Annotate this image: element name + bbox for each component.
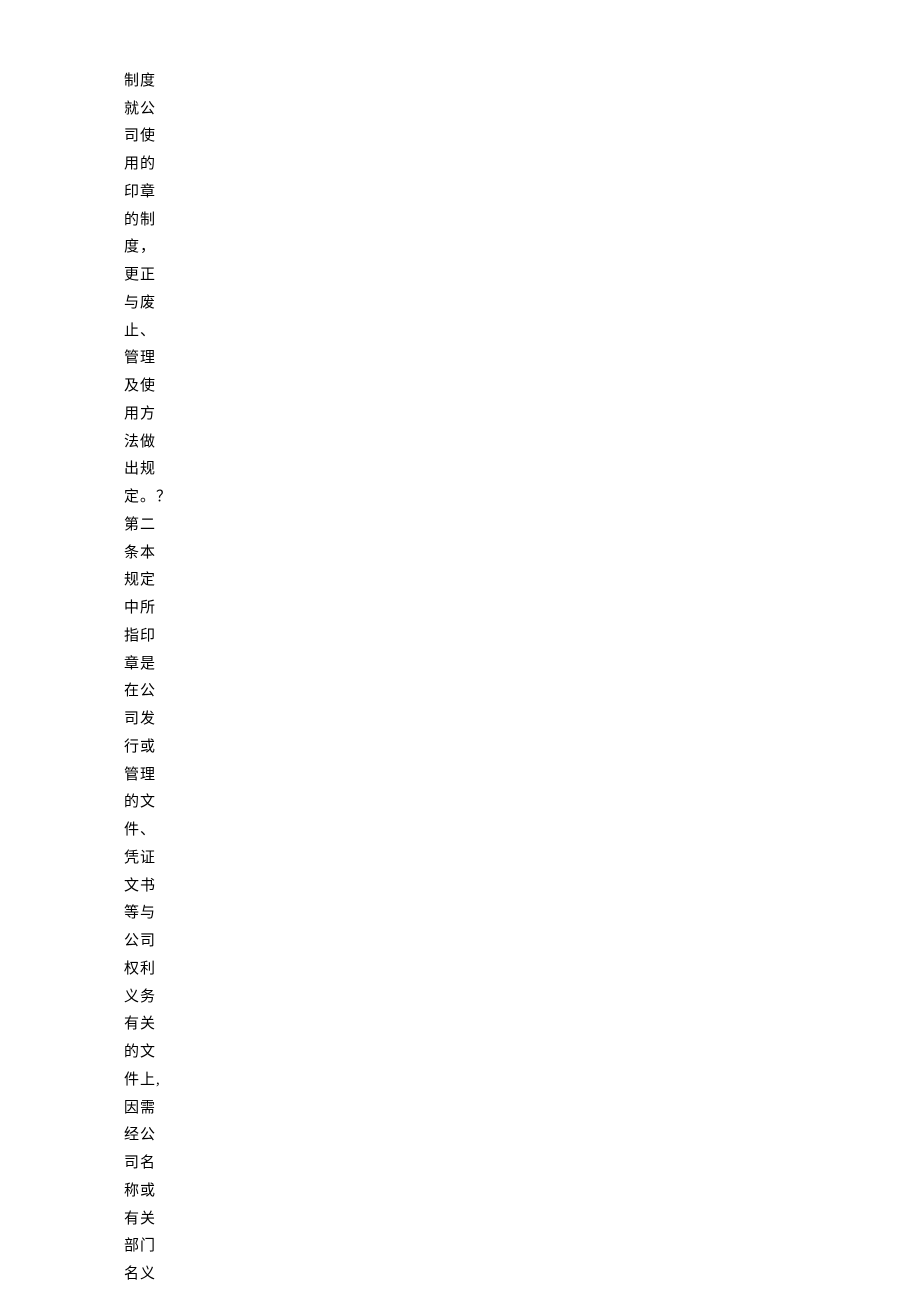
text-line: 及使 xyxy=(124,373,172,401)
text-line: 规定 xyxy=(124,567,172,595)
text-line: 管理 xyxy=(124,762,172,790)
text-line: 称或 xyxy=(124,1178,172,1206)
text-line: 权利 xyxy=(124,956,172,984)
text-line: 出规 xyxy=(124,456,172,484)
text-line: 与废 xyxy=(124,290,172,318)
text-line: 件、 xyxy=(124,817,172,845)
text-line: 止、 xyxy=(124,318,172,346)
text-line: 第二 xyxy=(124,512,172,540)
text-line: 因需 xyxy=(124,1095,172,1123)
text-line: 就公 xyxy=(124,96,172,124)
text-line: 制度 xyxy=(124,68,172,96)
text-line: 凭证 xyxy=(124,845,172,873)
text-line: 文书 xyxy=(124,873,172,901)
text-line: 印章 xyxy=(124,179,172,207)
text-line: 更正 xyxy=(124,262,172,290)
text-line: 的文 xyxy=(124,1039,172,1067)
text-line: 有关 xyxy=(124,1011,172,1039)
text-line: 公司 xyxy=(124,928,172,956)
text-line: 行或 xyxy=(124,734,172,762)
text-line: 指印 xyxy=(124,623,172,651)
text-line: 用方 xyxy=(124,401,172,429)
text-line: 度， xyxy=(124,234,172,262)
text-line: 中所 xyxy=(124,595,172,623)
text-line: 的文 xyxy=(124,789,172,817)
text-line: 名义 xyxy=(124,1261,172,1289)
text-line: 件上, xyxy=(124,1067,172,1095)
text-line: 部门 xyxy=(124,1233,172,1261)
text-line: 经公 xyxy=(124,1122,172,1150)
text-line: 义务 xyxy=(124,984,172,1012)
text-line: 司名 xyxy=(124,1150,172,1178)
text-line: 司使 xyxy=(124,123,172,151)
text-line: 定。？ xyxy=(124,484,172,512)
text-line: 在公 xyxy=(124,678,172,706)
text-line: 司发 xyxy=(124,706,172,734)
text-line: 等与 xyxy=(124,900,172,928)
main-text-content: 制度就公司使用的印章的制度，更正与废止、管理及使用方法做出规定。？第二条本规定中… xyxy=(124,40,172,1289)
text-line: 条本 xyxy=(124,540,172,568)
text-line: 有关 xyxy=(124,1206,172,1234)
text-line: 管理 xyxy=(124,345,172,373)
text-line: 法做 xyxy=(124,429,172,457)
text-line: 的制 xyxy=(124,207,172,235)
text-line: 用的 xyxy=(124,151,172,179)
text-line: 章是 xyxy=(124,651,172,679)
